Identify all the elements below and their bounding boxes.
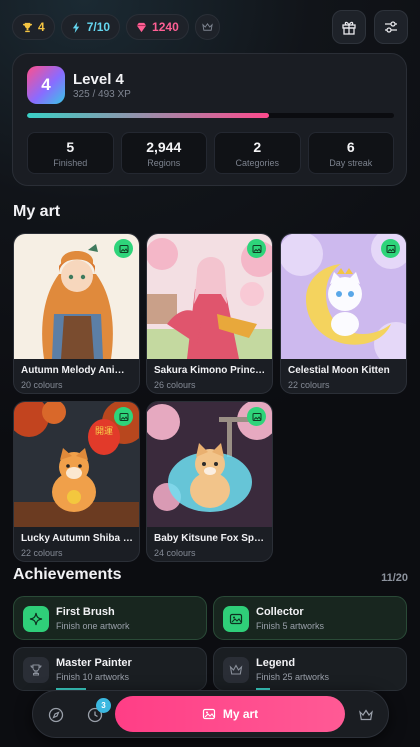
achievement-name: First Brush bbox=[56, 606, 115, 618]
achievement-master-painter[interactable]: Master Painter Finish 10 artworks bbox=[13, 647, 207, 691]
stat-label: Day streak bbox=[329, 157, 373, 168]
level-card: 4 Level 4 325 / 493 XP 5 Finished 2,944 … bbox=[12, 53, 407, 186]
trophy-icon bbox=[30, 664, 42, 676]
stat-value: 6 bbox=[346, 138, 355, 155]
stat-value: 2,944 bbox=[146, 138, 182, 155]
achievement-first-brush[interactable]: First Brush Finish one artwork bbox=[13, 596, 207, 640]
trophy-count: 4 bbox=[38, 20, 45, 34]
achievement-desc: Finish 25 artworks bbox=[256, 672, 330, 682]
top-bar: 4 7/10 1240 bbox=[12, 10, 408, 44]
achievement-desc: Finish 5 artworks bbox=[256, 621, 325, 631]
gem-count: 1240 bbox=[152, 20, 179, 34]
my-art-button-label: My art bbox=[222, 707, 259, 721]
achievement-icon bbox=[23, 606, 49, 632]
image-icon bbox=[119, 244, 128, 253]
achievement-icon bbox=[223, 657, 249, 683]
artwork-colours: 22 colours bbox=[288, 380, 330, 390]
gallery-tag bbox=[381, 239, 400, 258]
stat-value: 5 bbox=[66, 138, 75, 155]
xp-progress-bar bbox=[27, 113, 394, 118]
gallery-icon bbox=[229, 613, 243, 625]
artwork-card-autumn-melody[interactable]: Autumn Melody Anime ... 20 colours bbox=[13, 233, 140, 394]
stat-label: Regions bbox=[147, 157, 181, 168]
achievements-heading: Achievements bbox=[13, 566, 122, 583]
sliders-icon bbox=[385, 21, 397, 33]
stats-row: 5 Finished 2,944 Regions 2 Categories 6 … bbox=[27, 132, 394, 174]
image-icon bbox=[119, 412, 128, 421]
artwork-colours: 20 colours bbox=[21, 380, 63, 390]
energy-count: 7/10 bbox=[86, 20, 111, 34]
artwork-colours: 26 colours bbox=[154, 380, 196, 390]
compass-icon bbox=[48, 707, 64, 723]
nav-explore-button[interactable] bbox=[45, 704, 67, 726]
achievement-legend[interactable]: Legend Finish 25 artworks bbox=[213, 647, 407, 691]
settings-button[interactable] bbox=[374, 10, 408, 44]
achievement-desc: Finish 10 artworks bbox=[56, 672, 130, 682]
stat-label: Categories bbox=[235, 157, 280, 168]
achievement-collector[interactable]: Collector Finish 5 artworks bbox=[213, 596, 407, 640]
stat-label: Finished bbox=[53, 157, 88, 168]
my-art-heading: My art bbox=[13, 203, 61, 220]
gallery-tag bbox=[114, 239, 133, 258]
artwork-colours: 22 colours bbox=[21, 548, 63, 558]
stat-categories: 2 Categories bbox=[214, 132, 301, 174]
crown-icon bbox=[359, 709, 373, 721]
xp-text: 325 / 493 XP bbox=[73, 89, 131, 100]
artwork-name: Lucky Autumn Shiba Inu bbox=[21, 533, 133, 544]
achievement-icon bbox=[23, 657, 49, 683]
crown-icon bbox=[201, 22, 213, 31]
energy-chip[interactable]: 7/10 bbox=[60, 14, 121, 40]
notification-badge: 3 bbox=[96, 698, 111, 713]
achievement-name: Master Painter bbox=[56, 657, 132, 669]
artwork-name: Celestial Moon Kitten bbox=[288, 365, 390, 376]
bolt-icon bbox=[72, 21, 79, 33]
trophy-chip[interactable]: 4 bbox=[12, 14, 55, 40]
gem-chip[interactable]: 1240 bbox=[126, 14, 189, 40]
achievement-name: Collector bbox=[256, 606, 304, 618]
image-icon bbox=[386, 244, 395, 253]
lantern-text: 開運 bbox=[95, 426, 113, 437]
image-icon bbox=[252, 412, 261, 421]
stat-day-streak: 6 Day streak bbox=[307, 132, 394, 174]
gallery-tag bbox=[247, 407, 266, 426]
gallery-tag bbox=[247, 239, 266, 258]
image-icon bbox=[252, 244, 261, 253]
gallery-tag bbox=[114, 407, 133, 426]
achievement-icon bbox=[223, 606, 249, 632]
image-icon bbox=[202, 708, 215, 720]
stat-value: 2 bbox=[253, 138, 262, 155]
achievement-desc: Finish one artwork bbox=[56, 621, 130, 631]
achievements-count: 11/20 bbox=[381, 572, 408, 584]
artwork-card-moon-kitten[interactable]: Celestial Moon Kitten 22 colours bbox=[280, 233, 407, 394]
gem-icon bbox=[136, 22, 147, 32]
artwork-card-shiba-inu[interactable]: 開運 Lucky Autumn Shiba Inu 22 colours bbox=[13, 401, 140, 562]
artwork-card-kitsune-fox[interactable]: Baby Kitsune Fox Spirit 24 colours bbox=[146, 401, 273, 562]
level-badge: 4 bbox=[27, 66, 65, 104]
my-art-button[interactable]: My art bbox=[115, 696, 345, 732]
artwork-name: Autumn Melody Anime ... bbox=[21, 365, 133, 376]
stat-finished: 5 Finished bbox=[27, 132, 114, 174]
sparkle-icon bbox=[29, 612, 43, 626]
achievement-name: Legend bbox=[256, 657, 296, 669]
artwork-name: Baby Kitsune Fox Spirit bbox=[154, 533, 266, 544]
premium-chip[interactable] bbox=[194, 14, 220, 40]
artwork-name: Sakura Kimono Princess bbox=[154, 365, 266, 376]
crown-icon bbox=[229, 664, 243, 675]
level-title: Level 4 bbox=[73, 71, 124, 88]
gift-icon bbox=[342, 21, 356, 35]
stat-regions: 2,944 Regions bbox=[120, 132, 207, 174]
artwork-colours: 24 colours bbox=[154, 548, 196, 558]
trophy-icon bbox=[22, 22, 33, 32]
nav-premium-button[interactable] bbox=[355, 704, 377, 726]
artwork-card-sakura-kimono[interactable]: Sakura Kimono Princess 26 colours bbox=[146, 233, 273, 394]
bottom-nav: 3 My art bbox=[32, 690, 389, 738]
xp-progress-fill bbox=[27, 113, 270, 118]
gift-button[interactable] bbox=[332, 10, 366, 44]
